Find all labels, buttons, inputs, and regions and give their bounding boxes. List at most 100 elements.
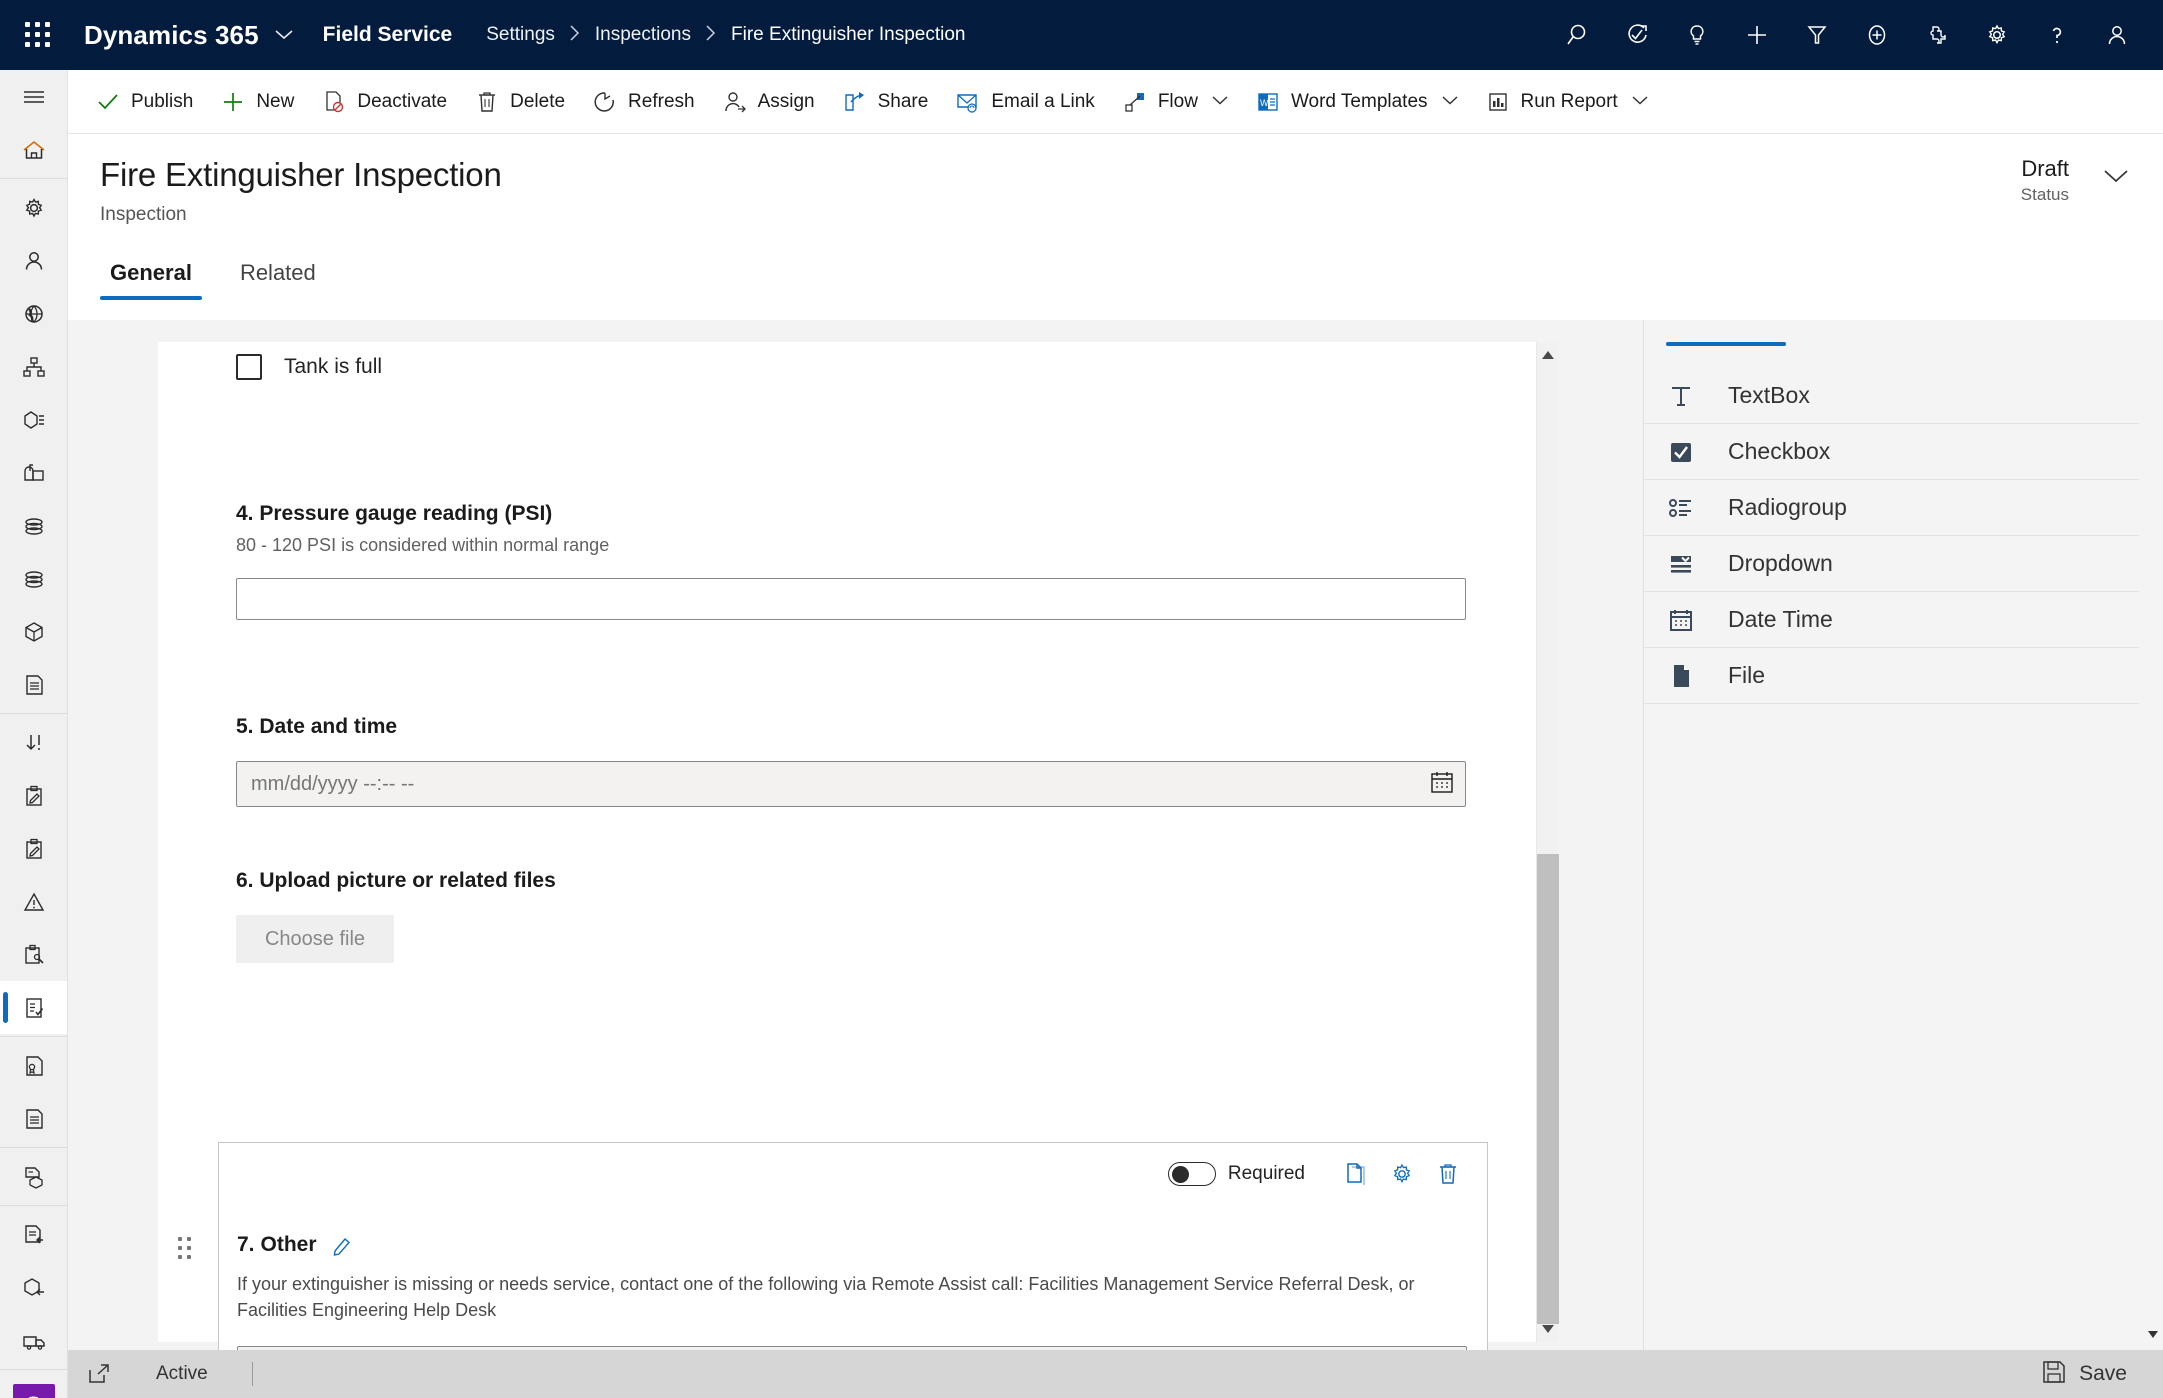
checkbox-tank-is-full[interactable] <box>236 354 262 380</box>
lightbulb-icon[interactable] <box>1671 9 1723 61</box>
avatar[interactable]: S <box>13 1384 55 1398</box>
new-button[interactable]: New <box>209 79 304 125</box>
status-bar: Active Save <box>68 1350 2163 1398</box>
email-link-icon <box>954 90 982 114</box>
clipboard-edit-icon[interactable] <box>0 769 68 822</box>
popout-icon[interactable] <box>86 1362 112 1386</box>
app-launcher-icon[interactable] <box>14 0 62 70</box>
scrollbar-thumb[interactable] <box>1537 854 1559 1324</box>
toolbox-item-dropdown[interactable]: Dropdown <box>1644 536 2139 592</box>
question-4: 4. Pressure gauge reading (PSI) 80 - 120… <box>236 502 1466 620</box>
gear-icon[interactable] <box>1385 1157 1419 1191</box>
import-arrow-icon[interactable] <box>0 716 68 769</box>
chevron-down-icon[interactable] <box>1212 94 1228 109</box>
document-box-icon[interactable] <box>0 1150 68 1203</box>
question-5-datetime-placeholder: mm/dd/yyyy --:-- -- <box>251 773 414 796</box>
flow-button[interactable]: Flow <box>1111 79 1238 125</box>
share-button[interactable]: Share <box>831 79 939 125</box>
pencil-icon[interactable] <box>331 1234 353 1256</box>
run-report-button[interactable]: Run Report <box>1474 79 1658 125</box>
tab-general[interactable]: General <box>100 256 202 300</box>
sheet-scrollbar[interactable] <box>1536 342 1558 1342</box>
question-7-card: Required 7. Other <box>218 1142 1488 1350</box>
box-return-icon[interactable] <box>0 1261 68 1314</box>
menu-hamburger-icon[interactable] <box>0 70 68 123</box>
home-icon[interactable] <box>0 123 68 176</box>
toolbox-item-textbox[interactable]: TextBox <box>1644 368 2139 424</box>
breadcrumb-separator <box>569 24 581 46</box>
scroll-down-arrow-icon[interactable] <box>1537 1318 1559 1340</box>
search-icon[interactable] <box>1551 9 1603 61</box>
drag-handle-icon[interactable] <box>178 1237 192 1260</box>
scroll-up-arrow-icon[interactable] <box>1537 344 1559 366</box>
toolbox-item-radiogroup[interactable]: Radiogroup <box>1644 480 2139 536</box>
hierarchy-icon[interactable] <box>0 340 68 393</box>
gear-icon[interactable] <box>0 181 68 234</box>
chevron-down-icon[interactable] <box>1442 94 1458 109</box>
calendar-icon[interactable] <box>1429 769 1455 801</box>
database-stack-icon[interactable] <box>0 552 68 605</box>
question-5-datetime-input[interactable]: mm/dd/yyyy --:-- -- <box>236 761 1466 807</box>
question-7-toolbar: Required <box>1168 1157 1465 1191</box>
database-icon[interactable] <box>0 499 68 552</box>
publish-button[interactable]: Publish <box>84 79 203 125</box>
breadcrumb-item-inspections[interactable]: Inspections <box>595 24 691 46</box>
trash-icon <box>473 90 501 114</box>
run-report-icon <box>1484 90 1512 114</box>
filter-icon[interactable] <box>1791 9 1843 61</box>
chevron-down-icon[interactable] <box>2103 168 2129 189</box>
status-field[interactable]: Draft Status <box>2021 156 2129 205</box>
clipboard-pencil-icon[interactable] <box>0 822 68 875</box>
assign-button[interactable]: Assign <box>711 79 825 125</box>
rail-divider <box>0 1205 67 1206</box>
add-circle-icon[interactable] <box>1851 9 1903 61</box>
deactivate-button[interactable]: Deactivate <box>310 79 457 125</box>
save-button[interactable]: Save <box>2031 1353 2137 1396</box>
toolbox-item-file[interactable]: File <box>1644 648 2139 704</box>
run-report-label: Run Report <box>1521 91 1618 113</box>
radiogroup-icon <box>1666 493 1718 523</box>
choose-file-button[interactable]: Choose file <box>236 915 394 963</box>
document-list-icon[interactable] <box>0 658 68 711</box>
trash-icon[interactable] <box>1431 1157 1465 1191</box>
refresh-button[interactable]: Refresh <box>581 79 705 125</box>
scroll-down-arrow-icon[interactable] <box>2147 1326 2159 1344</box>
email-link-button[interactable]: Email a Link <box>944 79 1105 125</box>
mailbox-icon[interactable] <box>0 446 68 499</box>
breadcrumb-item-settings[interactable]: Settings <box>486 24 555 46</box>
user-profile-icon[interactable] <box>2091 9 2143 61</box>
question-4-textbox[interactable] <box>236 578 1466 620</box>
clipboard-wrench-icon[interactable] <box>0 928 68 981</box>
app-name-label[interactable]: Field Service <box>323 23 453 47</box>
quick-create-icon[interactable] <box>1731 9 1783 61</box>
certificate-document-icon[interactable] <box>0 1039 68 1092</box>
delete-button[interactable]: Delete <box>463 79 575 125</box>
help-icon[interactable] <box>2031 9 2083 61</box>
command-bar: Publish New Deactivate Delete Refresh <box>68 70 2163 134</box>
truck-icon[interactable] <box>0 1314 68 1367</box>
product-list-icon[interactable] <box>0 393 68 446</box>
sidebar-item-inspections[interactable] <box>0 981 68 1034</box>
toolbox-item-checkbox[interactable]: Checkbox <box>1644 424 2139 480</box>
tab-related[interactable]: Related <box>230 256 326 300</box>
document-lines-icon[interactable] <box>0 1092 68 1145</box>
question-5-number: 5. <box>236 715 254 738</box>
checkbox-icon <box>1666 437 1718 467</box>
page-scrollbar[interactable] <box>2143 320 2163 1350</box>
chevron-down-icon[interactable] <box>1632 94 1648 109</box>
warning-triangle-icon[interactable] <box>0 875 68 928</box>
word-templates-label: Word Templates <box>1291 91 1428 113</box>
assistant-icon[interactable] <box>1611 9 1663 61</box>
person-icon[interactable] <box>0 234 68 287</box>
copy-icon[interactable] <box>1339 1157 1373 1191</box>
document-return-icon[interactable] <box>0 1208 68 1261</box>
flow-puzzle-icon[interactable] <box>1911 9 1963 61</box>
box-icon[interactable] <box>0 605 68 658</box>
chevron-down-icon[interactable] <box>275 29 293 41</box>
word-templates-button[interactable]: W Word Templates <box>1244 79 1468 125</box>
globe-icon[interactable] <box>0 287 68 340</box>
toolbox-item-datetime[interactable]: Date Time <box>1644 592 2139 648</box>
checkbox-tank-is-full-label: Tank is full <box>284 355 382 379</box>
settings-gear-icon[interactable] <box>1971 9 2023 61</box>
required-toggle[interactable] <box>1168 1162 1216 1186</box>
